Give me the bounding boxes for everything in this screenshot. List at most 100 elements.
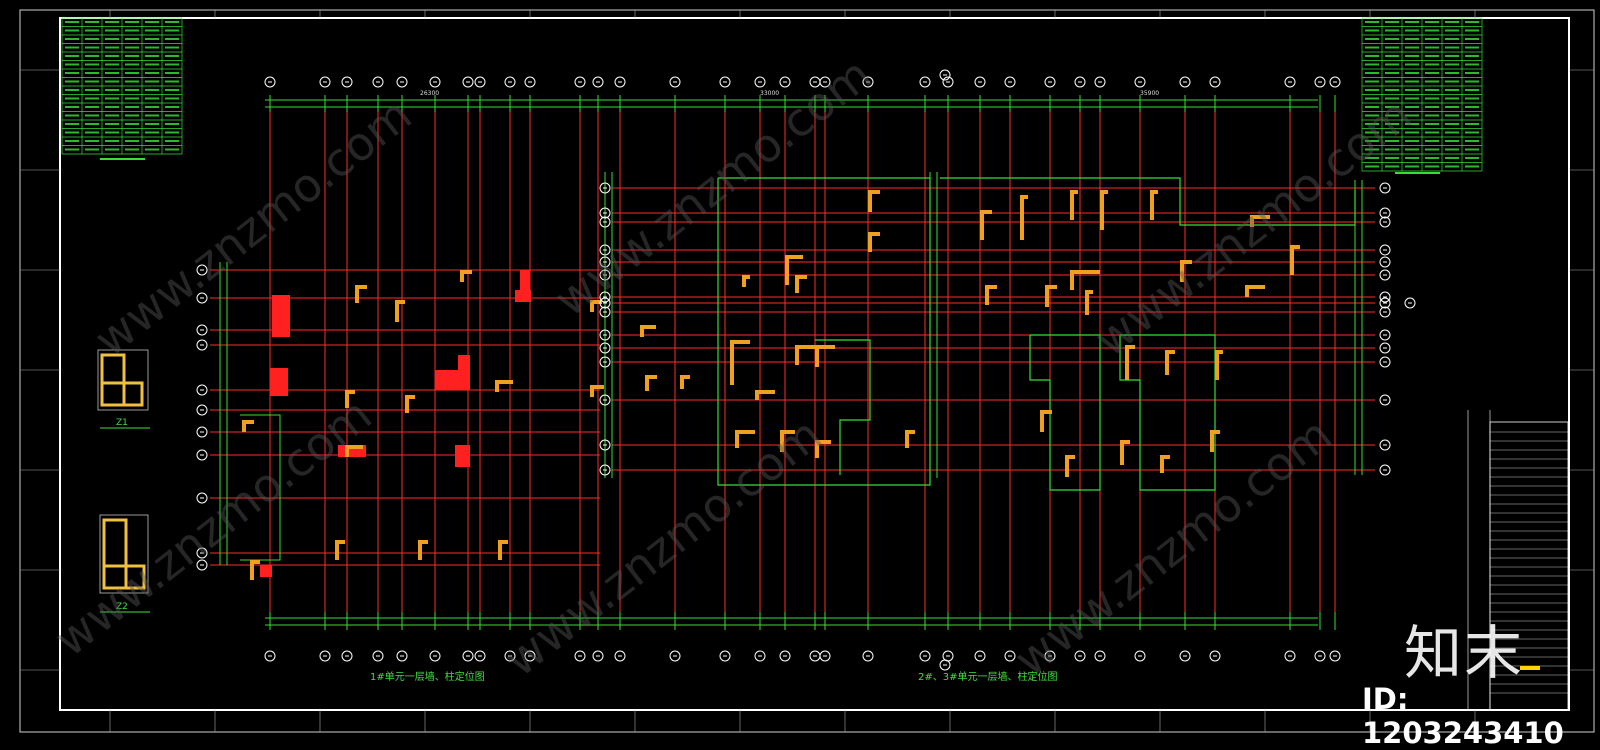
wall-segment [1290, 245, 1294, 275]
table-cell-text [65, 29, 79, 32]
table-cell-text [1405, 29, 1419, 32]
wall-column-red [435, 370, 461, 390]
table-cell-text [1445, 55, 1459, 57]
table-cell-text [125, 46, 139, 49]
table-cell-text [65, 131, 79, 134]
table-cell-text [85, 38, 99, 40]
wall-segment [418, 540, 422, 560]
table-cell-text [1465, 165, 1479, 168]
table-cell-text [125, 148, 139, 151]
table-cell-text [1365, 55, 1379, 57]
wall-segment [1040, 410, 1044, 432]
table-cell-text [145, 123, 159, 125]
table-cell-text [165, 21, 179, 23]
table-cell-text [1425, 131, 1439, 134]
table-cell-text [85, 114, 99, 117]
wall-segment [980, 210, 984, 240]
table-cell-text [105, 55, 119, 57]
brand-logo-text: 知末 [1404, 619, 1525, 687]
table-cell-text [1425, 29, 1439, 32]
table-cell-text [145, 106, 159, 108]
table-cell-text [125, 106, 139, 108]
table-cell-text [165, 106, 179, 108]
table-cell-text [1445, 80, 1459, 83]
table-cell-text [105, 46, 119, 49]
table-cell-text [1465, 21, 1479, 23]
table-cell-text [1385, 80, 1399, 83]
wall-segment [405, 395, 409, 413]
table-cell-text [1365, 72, 1379, 74]
table-cell-text [1425, 55, 1439, 57]
table-cell-text [165, 63, 179, 66]
wall-segment [1215, 350, 1219, 380]
wall-segment [868, 232, 872, 252]
table-cell-text [165, 140, 179, 142]
table-cell-text [1405, 80, 1419, 83]
table-cell-text [85, 46, 99, 49]
table-cell-text [105, 97, 119, 100]
wall-segment [1070, 270, 1100, 274]
table-caption [1395, 172, 1440, 174]
table-cell-text [165, 80, 179, 83]
table-cell-text [145, 21, 159, 23]
table-cell-text [105, 106, 119, 108]
table-cell-text [125, 97, 139, 100]
wall-segment [1165, 350, 1169, 375]
left-overall-dimension: 26300 [420, 90, 440, 97]
wall-segment [1210, 430, 1214, 452]
table-cell-text [145, 89, 159, 91]
table-cell-text [65, 46, 79, 49]
wall-segment [250, 560, 254, 580]
table-cell-text [125, 63, 139, 66]
table-cell-text [1425, 80, 1439, 83]
table-cell-text [125, 29, 139, 32]
table-cell-text [1465, 46, 1479, 49]
table-cell-text [1425, 63, 1439, 66]
wall-segment [335, 540, 339, 560]
table-cell-text [85, 63, 99, 66]
table-cell-text [125, 21, 139, 23]
table-cell-text [85, 29, 99, 32]
table-cell-text [145, 131, 159, 134]
table-cell-text [105, 131, 119, 134]
table-cell-text [65, 97, 79, 100]
table-cell-text [65, 140, 79, 142]
table-cell-text [1465, 97, 1479, 100]
table-cell-text [1425, 148, 1439, 151]
table-cell-text [145, 55, 159, 57]
table-cell-text [1405, 165, 1419, 168]
wall-segment [742, 275, 746, 287]
table-cell-text [1465, 55, 1479, 57]
table-cell-text [1425, 46, 1439, 49]
table-cell-text [1385, 63, 1399, 66]
table-cell-text [125, 140, 139, 142]
table-cell-text [1465, 148, 1479, 151]
table-cell-text [1405, 148, 1419, 151]
table-cell-text [1445, 131, 1459, 134]
table-cell-text [145, 38, 159, 40]
table-cell-text [105, 38, 119, 40]
table-cell-text [1405, 157, 1419, 159]
wall-segment [815, 345, 819, 367]
table-cell-text [125, 55, 139, 57]
table-cell-text [1445, 97, 1459, 100]
table-cell-text [1425, 89, 1439, 91]
wall-column-red [270, 368, 288, 396]
table-cell-text [85, 140, 99, 142]
table-cell-text [1445, 29, 1459, 32]
table-cell-text [105, 29, 119, 32]
table-cell-text [1365, 89, 1379, 91]
table-cell-text [85, 72, 99, 74]
table-cell-text [165, 114, 179, 117]
wall-segment [1120, 440, 1124, 465]
table-cell-text [165, 72, 179, 74]
table-cell-text [65, 21, 79, 23]
wall-segment [1045, 285, 1049, 307]
table-cell-text [145, 29, 159, 32]
wall-segment [680, 375, 684, 389]
table-cell-text [1385, 72, 1399, 74]
table-cell-text [165, 123, 179, 125]
table-cell-text [1445, 38, 1459, 40]
table-cell-text [1365, 63, 1379, 66]
table-cell-text [105, 89, 119, 91]
